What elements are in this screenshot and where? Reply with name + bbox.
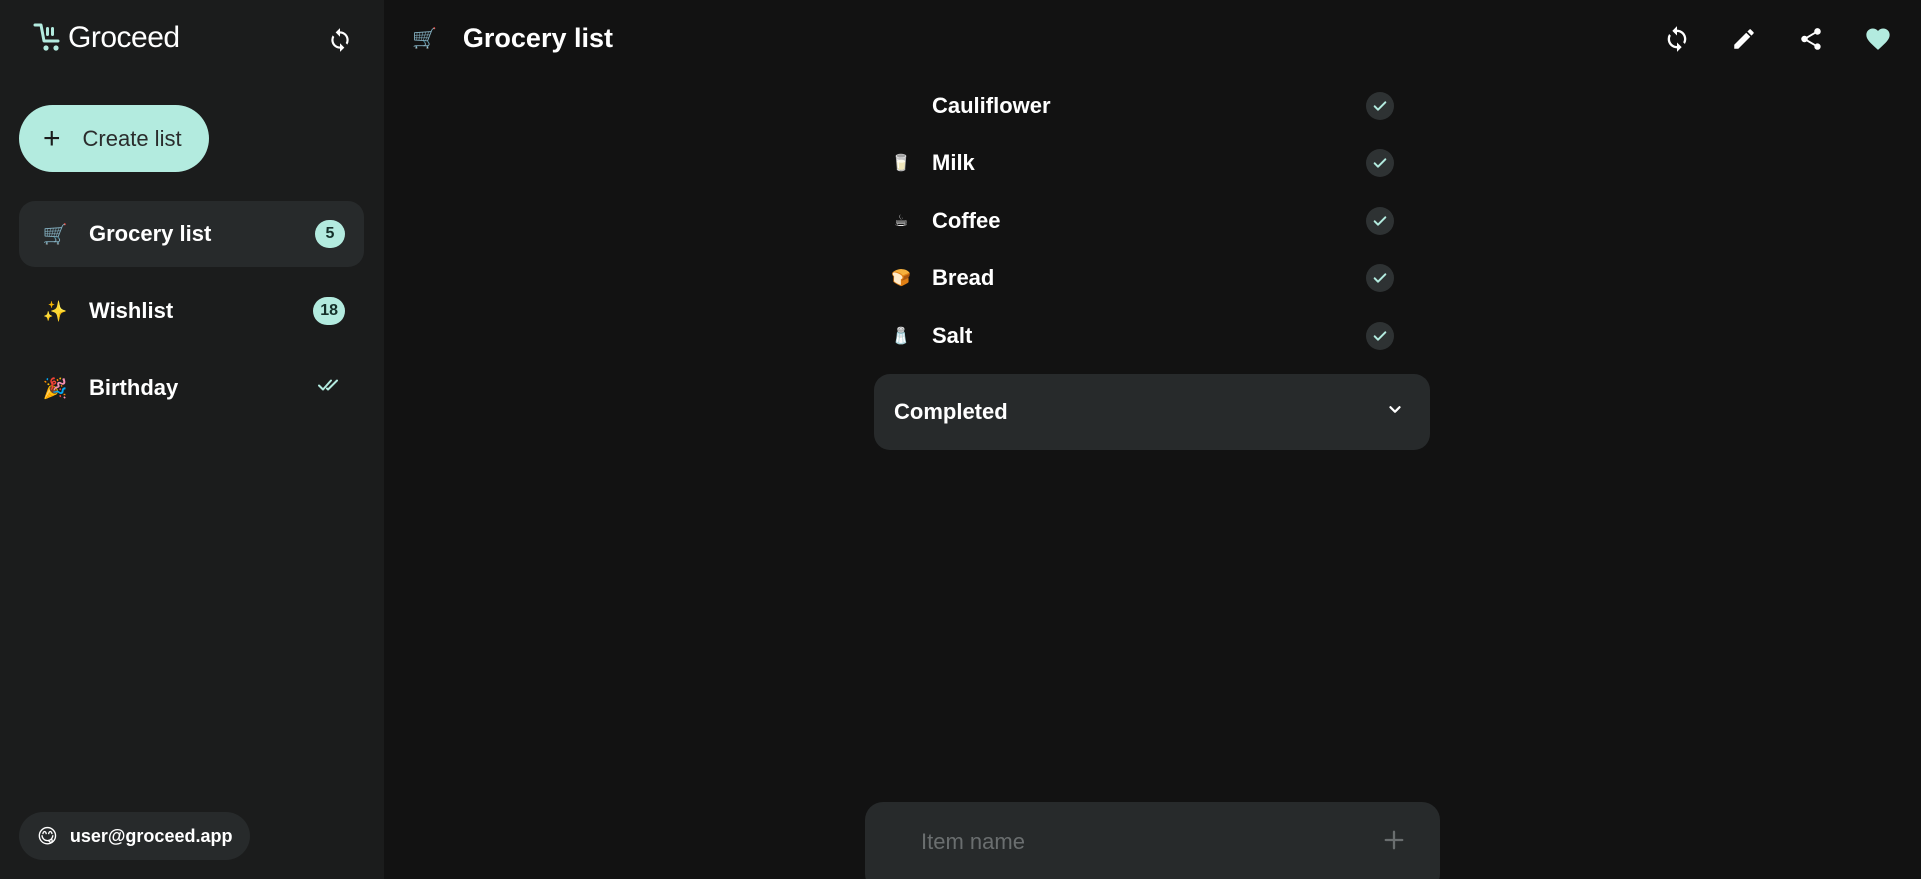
page-title: Grocery list	[462, 22, 613, 53]
complete-item-button[interactable]	[1366, 322, 1394, 350]
count-badge: 5	[315, 220, 345, 248]
add-item-button[interactable]	[1378, 824, 1410, 856]
sync-icon	[1667, 26, 1687, 52]
complete-item-button[interactable]	[1366, 207, 1394, 235]
add-item-bar	[865, 802, 1440, 879]
completed-label: Completed	[894, 399, 1008, 424]
shopping-cart-icon: 🛒	[42, 223, 68, 246]
user-avatar-icon: 😋	[37, 825, 58, 848]
check-icon	[1373, 158, 1387, 168]
heart-icon	[1866, 28, 1890, 50]
complete-item-button[interactable]	[1366, 264, 1394, 292]
done-all-icon	[318, 377, 342, 400]
check-icon	[1373, 216, 1387, 226]
sidebar-item-birthday[interactable]: 🎉 Birthday	[19, 355, 364, 421]
check-icon	[1373, 273, 1387, 283]
list-item[interactable]: Cauliflower	[874, 78, 1414, 134]
item-label: Bread	[932, 265, 995, 290]
bread-icon: 🍞	[891, 270, 911, 287]
coffee-icon: ☕	[893, 213, 909, 230]
sidebar-sync-button[interactable]	[322, 22, 358, 58]
sidebar-item-label: Grocery list	[89, 221, 212, 246]
groceed-logo-icon	[33, 23, 60, 51]
brand[interactable]: Groceed	[32, 18, 180, 58]
shopping-cart-icon: 🛒	[412, 27, 437, 50]
user-email: user@groceed.app	[69, 825, 233, 846]
list-item[interactable]: 🧂 Salt	[874, 308, 1414, 364]
sync-button[interactable]	[1658, 20, 1696, 58]
count-badge: 18	[313, 297, 345, 325]
create-list-label: Create list	[82, 125, 182, 151]
item-name-input[interactable]	[921, 822, 1361, 862]
salt-icon: 🧂	[891, 328, 911, 345]
list-item[interactable]: ☕ Coffee	[874, 193, 1414, 249]
party-popper-icon: 🎉	[42, 377, 68, 400]
sidebar-item-wishlist[interactable]: ✨ Wishlist 18	[19, 278, 364, 344]
sidebar: Groceed + Create list 🛒 Grocery list 5 ✨…	[0, 0, 384, 879]
chevron-down-icon	[1386, 401, 1404, 424]
list-item[interactable]: 🍞 Bread	[874, 250, 1414, 306]
pencil-icon	[1734, 29, 1754, 49]
create-list-button[interactable]: + Create list	[19, 105, 209, 172]
complete-item-button[interactable]	[1366, 149, 1394, 177]
item-label: Milk	[932, 150, 975, 175]
share-button[interactable]	[1792, 20, 1830, 58]
list-item[interactable]: 🥛 Milk	[874, 135, 1414, 191]
app-name: Groceed	[68, 21, 180, 54]
complete-item-button[interactable]	[1366, 92, 1394, 120]
share-icon	[1801, 28, 1821, 50]
header: 🛒 Grocery list	[412, 18, 613, 58]
check-icon	[1373, 331, 1387, 341]
item-label: Salt	[932, 323, 973, 348]
item-label: Cauliflower	[932, 93, 1051, 118]
sidebar-item-label: Wishlist	[89, 298, 174, 323]
completed-section-toggle[interactable]: Completed	[874, 374, 1430, 450]
edit-button[interactable]	[1725, 20, 1763, 58]
plus-icon	[1384, 830, 1404, 850]
check-icon	[1373, 101, 1387, 111]
sparkles-icon: ✨	[42, 300, 68, 323]
sidebar-item-label: Birthday	[89, 375, 179, 400]
sync-icon	[331, 28, 349, 52]
milk-icon: 🥛	[891, 155, 911, 172]
sidebar-item-grocery-list[interactable]: 🛒 Grocery list 5	[19, 201, 364, 267]
item-label: Coffee	[932, 208, 1001, 233]
favorite-button[interactable]	[1859, 20, 1897, 58]
plus-icon: +	[43, 121, 61, 155]
user-account-button[interactable]: 😋 user@groceed.app	[19, 812, 251, 860]
